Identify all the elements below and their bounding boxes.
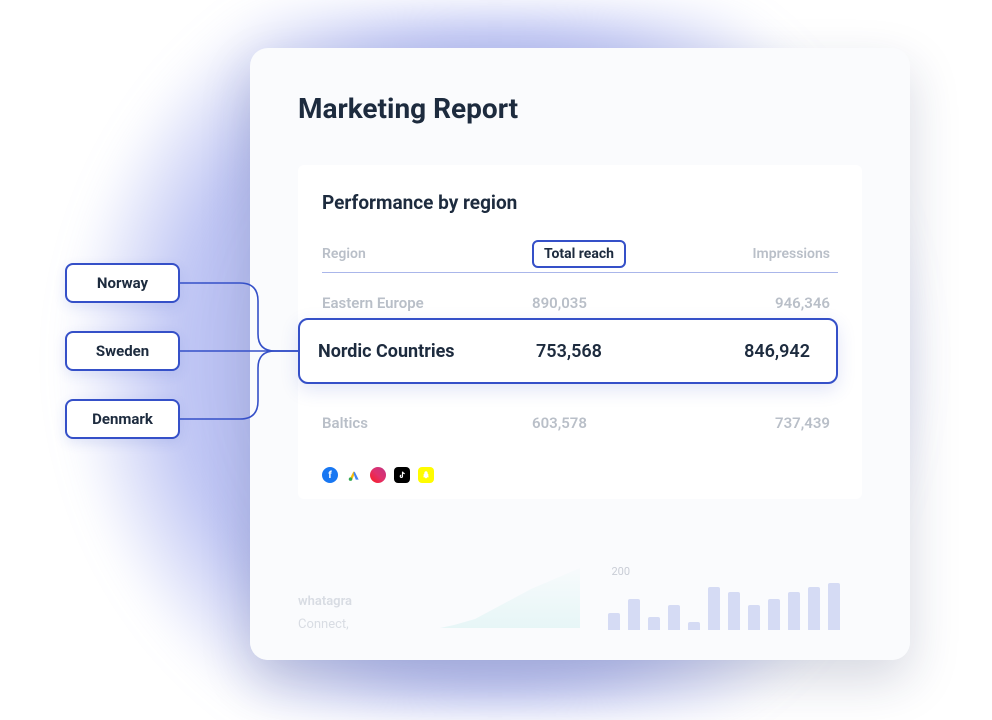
google-ads-icon — [346, 467, 362, 483]
table-header: Region Total reach Impressions — [322, 240, 838, 273]
tiktok-icon — [394, 467, 410, 483]
ghost-card: whatagra Connect, — [298, 594, 352, 632]
page-title: Marketing Report — [298, 92, 862, 125]
cell-region: Nordic Countries — [318, 341, 536, 362]
cell-impressions: 946,346 — [687, 294, 838, 312]
cell-impressions: 846,942 — [691, 341, 818, 362]
panel-subtitle: Performance by region — [322, 191, 838, 214]
cell-impressions: 737,439 — [687, 414, 838, 432]
reach-pill[interactable]: Total reach — [532, 240, 626, 268]
social-icons: f — [322, 467, 838, 483]
cell-reach: 753,568 — [536, 341, 691, 362]
col-header-region: Region — [322, 246, 532, 262]
cell-region: Baltics — [322, 414, 532, 432]
col-header-reach[interactable]: Total reach — [532, 240, 687, 268]
highlighted-row[interactable]: Nordic Countries 753,568 846,942 — [298, 318, 838, 384]
cell-reach: 603,578 — [532, 414, 687, 432]
callout-norway[interactable]: Norway — [65, 263, 180, 303]
ghost-tagline: Connect, — [298, 617, 352, 632]
ghost-area-chart — [440, 568, 580, 628]
ghost-brand: whatagra — [298, 594, 352, 609]
cell-region: Eastern Europe — [322, 294, 532, 312]
col-header-impressions: Impressions — [687, 246, 838, 262]
callout-denmark[interactable]: Denmark — [65, 399, 180, 439]
ghost-bar-chart — [608, 560, 840, 630]
instagram-icon — [370, 467, 386, 483]
facebook-icon: f — [322, 467, 338, 483]
table-row[interactable]: Baltics 603,578 737,439 — [322, 393, 838, 453]
cell-reach: 890,035 — [532, 294, 687, 312]
snapchat-icon — [418, 467, 434, 483]
callout-sweden[interactable]: Sweden — [65, 331, 180, 371]
